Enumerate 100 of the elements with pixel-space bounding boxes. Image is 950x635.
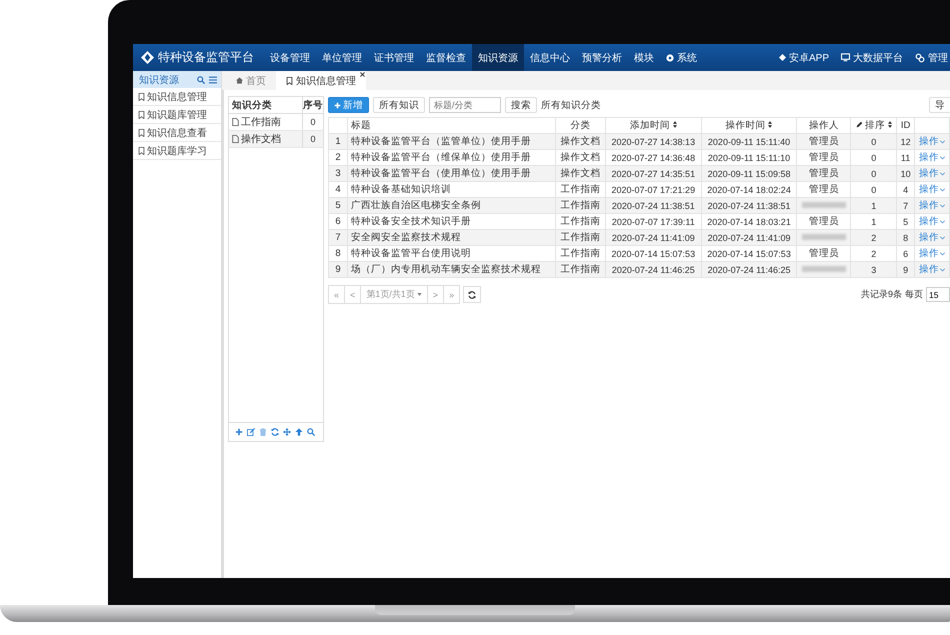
table-cell: 广西壮族自治区电梯安全条例 <box>348 198 556 214</box>
nav-item[interactable]: 信息中心 <box>524 44 576 71</box>
column-header[interactable]: 添加时间 <box>605 118 702 134</box>
table-cell: 2020-07-24 11:38:51 <box>701 198 797 214</box>
export-button[interactable]: 导 <box>929 97 950 113</box>
table-cell: 安全阀安全监察技术规程 <box>348 230 556 246</box>
table-cell: 2020-07-24 11:41:09 <box>701 230 797 246</box>
sort-icon <box>888 121 892 128</box>
big-data-link[interactable]: 大数据平台 <box>835 44 909 71</box>
caret-icon <box>940 172 946 176</box>
edit-icon[interactable] <box>247 428 255 436</box>
bookmark-icon <box>138 110 145 118</box>
column-header: 标题 <box>348 118 556 134</box>
nav-item[interactable]: 知识资源 <box>472 44 524 71</box>
close-icon[interactable] <box>360 72 365 77</box>
table-cell: 场（厂）内专用机动车辆安全监察技术规程 <box>348 262 556 278</box>
search-icon[interactable] <box>307 428 315 436</box>
search-field[interactable]: 标题/分类 <box>429 97 501 113</box>
caret-icon <box>940 236 946 240</box>
diamond-icon <box>778 54 786 61</box>
bookmark-icon <box>138 128 145 136</box>
menu-icon[interactable] <box>209 76 217 84</box>
table-cell: 2 <box>850 230 897 246</box>
home-icon <box>236 77 243 84</box>
tab[interactable]: 知识信息管理 <box>276 71 366 90</box>
caret-icon <box>940 188 946 192</box>
file-icon <box>232 118 239 126</box>
nav-item[interactable]: 单位管理 <box>316 44 368 71</box>
row-number: 1 <box>328 134 348 150</box>
per-page-field[interactable]: 15 <box>926 287 950 302</box>
all-knowledge-button[interactable]: 所有知识 <box>373 97 425 113</box>
row-number: 3 <box>328 166 348 182</box>
plus-icon[interactable] <box>235 428 243 436</box>
nav-item[interactable]: 监督检查 <box>420 44 472 71</box>
table-cell: 1 <box>850 198 897 214</box>
caret-icon <box>940 140 946 144</box>
table-cell: 2020-07-24 11:38:51 <box>605 198 702 214</box>
caret-icon <box>940 252 946 256</box>
table-cell: 工作指南 <box>556 198 606 214</box>
table-cell: 管理员 <box>796 134 851 150</box>
filter-label: 所有知识分类 <box>541 98 601 112</box>
tree-item[interactable]: 操作文档 <box>229 131 302 147</box>
pencil-icon <box>856 121 863 128</box>
bookmark-icon <box>138 92 145 100</box>
caret-icon <box>940 204 946 208</box>
table-cell: 0 <box>850 166 897 182</box>
sidebar-item[interactable]: 知识题库管理 <box>133 106 221 124</box>
caret-icon <box>940 156 946 160</box>
record-count: 共记录9条 <box>860 288 902 301</box>
table-cell: 8 <box>896 230 915 246</box>
row-number: 5 <box>328 198 348 214</box>
column-header[interactable]: 排序 <box>850 118 897 134</box>
user-menu[interactable]: 管理 <box>909 44 950 71</box>
table-cell: 特种设备监管平台（监管单位）使用手册 <box>348 134 556 150</box>
table-cell: 2020-07-24 11:46:25 <box>701 262 797 278</box>
refresh-icon[interactable] <box>271 428 279 436</box>
table-cell: 管理员 <box>796 166 851 182</box>
sidebar-item[interactable]: 知识信息查看 <box>133 124 221 142</box>
search-icon[interactable] <box>197 76 205 84</box>
caret-icon <box>940 220 946 224</box>
sidebar-title: 知识资源 <box>139 74 180 86</box>
search-button[interactable]: 搜索 <box>505 97 537 113</box>
column-header: 知识分类 <box>231 98 273 112</box>
system-menu[interactable]: 系统 <box>660 44 703 71</box>
app-title: 特种设备监管平台 <box>158 49 254 66</box>
per-page-label: 每页 <box>905 288 923 301</box>
table-cell: 7 <box>896 198 915 214</box>
plus-icon <box>334 102 341 108</box>
table-cell: 10 <box>896 166 915 182</box>
table-cell: 0 <box>302 131 323 147</box>
caret-icon <box>416 293 422 296</box>
table-cell: 特种设备监管平台（使用单位）使用手册 <box>348 166 556 182</box>
refresh-button[interactable] <box>463 286 482 303</box>
nav-item[interactable]: 设备管理 <box>264 44 316 71</box>
android-app-link[interactable]: 安卓APP <box>772 44 835 71</box>
table-cell: 工作指南 <box>556 262 606 278</box>
nav-item[interactable]: 证书管理 <box>368 44 420 71</box>
arrow-up-icon[interactable] <box>295 428 303 436</box>
sort-icon <box>768 121 772 128</box>
nav-item[interactable]: 模块 <box>628 44 660 71</box>
sidebar-item[interactable]: 知识题库学习 <box>133 142 221 160</box>
table-cell: 操作文档 <box>556 166 606 182</box>
table-cell: 0 <box>302 114 323 130</box>
bookmark-icon <box>138 146 145 154</box>
table-cell: 0 <box>850 134 897 150</box>
table-cell: 2020-07-24 11:41:09 <box>605 230 702 246</box>
column-header[interactable]: 操作时间 <box>701 118 797 134</box>
table-cell: 工作指南 <box>556 230 606 246</box>
tree-item[interactable]: 工作指南 <box>229 114 302 130</box>
user-group-icon <box>915 52 925 62</box>
table-cell: 2020-09-11 15:11:40 <box>701 134 797 150</box>
refresh-icon <box>468 290 476 298</box>
logo-icon <box>141 51 154 64</box>
table-cell: 12 <box>896 134 915 150</box>
monitor-icon <box>841 53 850 62</box>
column-header: 序号 <box>302 97 323 113</box>
move-icon[interactable] <box>283 428 291 436</box>
nav-item[interactable]: 预警分析 <box>576 44 628 71</box>
sidebar-item[interactable]: 知识信息管理 <box>133 88 221 106</box>
table-cell: 2020-07-24 11:46:25 <box>605 262 702 278</box>
